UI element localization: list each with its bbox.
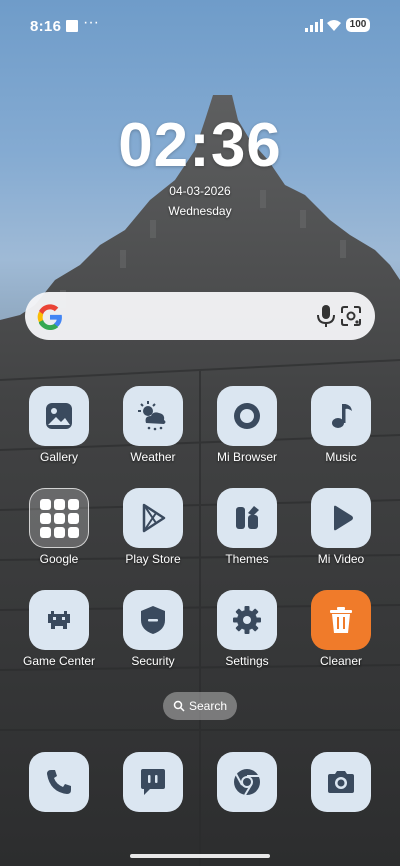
app-label: Cleaner [319,654,363,668]
app-mi-browser[interactable]: Mi Browser [200,386,294,464]
weather-icon [123,386,183,446]
app-label: Themes [225,552,269,566]
dock-chrome[interactable] [217,752,277,812]
play-store-icon [123,488,183,548]
status-bar: 8:16 ··· 100 [0,0,400,52]
app-label: Security [131,654,175,668]
google-folder-icon [29,488,89,548]
app-weather[interactable]: Weather [106,386,200,464]
app-label: Settings [225,654,269,668]
dock-phone[interactable] [29,752,89,812]
themes-icon [217,488,277,548]
app-label: Mi Browser [216,450,277,464]
voice-search-icon[interactable] [315,304,337,328]
app-label: Weather [130,450,176,464]
app-label: Google [39,552,79,566]
app-settings[interactable]: Settings [200,590,294,668]
search-icon [173,700,185,712]
app-search-pill[interactable]: Search [163,692,237,720]
music-note-icon [311,386,371,446]
trash-icon [311,590,371,650]
google-search-bar[interactable] [25,292,375,340]
search-pill-label: Search [188,699,228,713]
google-lens-icon[interactable] [339,304,363,328]
shield-icon [123,590,183,650]
app-play-store[interactable]: Play Store [106,488,200,566]
notification-icon [66,20,78,32]
gallery-icon [29,386,89,446]
app-cleaner[interactable]: Cleaner [294,590,388,668]
app-security[interactable]: Security [106,590,200,668]
dock-messages[interactable] [123,752,183,812]
app-music[interactable]: Music [294,386,388,464]
app-mi-video[interactable]: Mi Video [294,488,388,566]
dock-camera[interactable] [311,752,371,812]
gear-icon [217,590,277,650]
camera-icon [328,771,354,793]
app-gallery[interactable]: Gallery [12,386,106,464]
app-label: Play Store [125,552,181,566]
clock-weekday: Wednesday [168,204,232,218]
clock-date: 04-03-2026 [169,184,231,198]
app-folder-google[interactable]: Google [12,488,106,566]
game-center-icon [29,590,89,650]
signal-icon [305,19,323,32]
app-label: Game Center [22,654,96,668]
messages-icon [141,769,165,795]
more-notifications-icon: ··· [83,14,99,31]
app-label: Mi Video [317,552,365,566]
battery-indicator: 100 [346,18,370,32]
app-themes[interactable]: Themes [200,488,294,566]
google-logo-icon [37,304,62,330]
chrome-icon [234,769,260,796]
app-label: Music [325,450,357,464]
clock-time[interactable]: 02:36 [0,110,400,181]
phone-icon [47,770,71,794]
mi-video-icon [311,488,371,548]
wifi-icon [327,20,341,31]
app-label: Gallery [39,450,78,464]
app-game-center[interactable]: Game Center [12,590,106,668]
status-time: 8:16 [30,18,62,35]
mi-browser-icon [217,386,277,446]
home-indicator[interactable] [130,854,270,858]
